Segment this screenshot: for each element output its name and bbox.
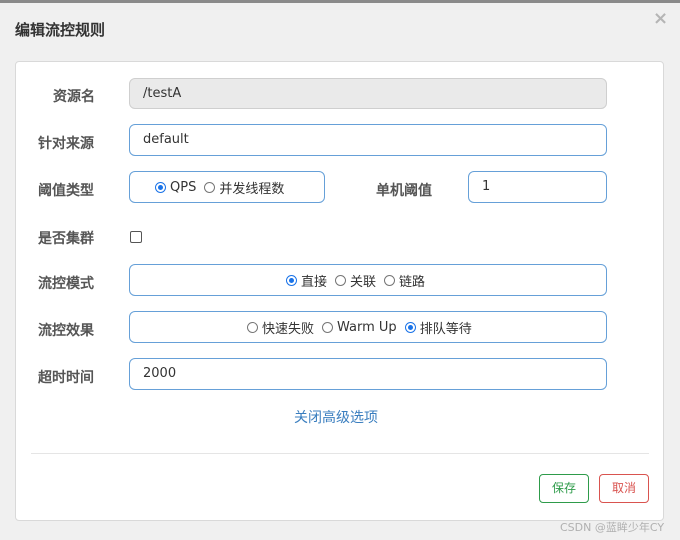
threshold-type-group: QPS 并发线程数 [129, 171, 325, 203]
radio-thread-count-label: 并发线程数 [219, 181, 285, 197]
threshold-label: 单机阈值 [376, 183, 432, 199]
radio-warm-up-label: Warm Up [337, 319, 397, 335]
control-effect-group: 快速失败 Warm Up 排队等待 [129, 311, 607, 343]
watermark: CSDN @蓝眸少年CY [560, 521, 665, 534]
radio-queue[interactable]: 排队等待 [404, 318, 472, 337]
radio-indicator [384, 274, 396, 286]
radio-thread-count[interactable]: 并发线程数 [204, 178, 284, 197]
radio-direct[interactable]: 直接 [286, 271, 327, 290]
resource-name-input[interactable]: /testA [129, 78, 607, 109]
radio-indicator [247, 321, 258, 333]
radio-indicator [335, 274, 347, 286]
radio-chain-label: 链路 [399, 274, 426, 290]
control-effect-label: 流控效果 [38, 323, 94, 339]
cluster-label: 是否集群 [38, 231, 94, 247]
timeout-label: 超时时间 [38, 370, 94, 386]
radio-qps-label: QPS [170, 179, 197, 195]
dialog-title: 编辑流控规则 [15, 21, 106, 39]
footer-divider [31, 453, 649, 454]
radio-indicator [404, 321, 416, 333]
radio-indicator [322, 321, 334, 333]
limit-app-label: 针对来源 [38, 136, 94, 152]
timeout-input[interactable]: 2000 [129, 358, 607, 390]
save-button[interactable]: 保存 [539, 474, 589, 503]
control-mode-label: 流控模式 [38, 276, 94, 292]
radio-fast-fail-label: 快速失败 [262, 321, 315, 337]
radio-queue-label: 排队等待 [419, 321, 472, 337]
radio-warm-up[interactable]: Warm Up [322, 320, 397, 335]
threshold-input[interactable]: 1 [468, 171, 607, 203]
radio-indicator [204, 181, 216, 193]
resource-name-label: 资源名 [53, 89, 95, 105]
threshold-type-label: 阈值类型 [38, 183, 94, 199]
control-mode-group: 直接 关联 链路 [129, 264, 607, 296]
advanced-options-link[interactable]: 关闭高级选项 [294, 407, 378, 427]
cluster-checkbox[interactable] [130, 231, 142, 243]
radio-related[interactable]: 关联 [335, 271, 376, 290]
limit-app-input[interactable]: default [129, 124, 607, 156]
radio-related-label: 关联 [350, 274, 377, 290]
window-top-border [0, 0, 680, 3]
radio-qps[interactable]: QPS [155, 180, 196, 195]
radio-indicator [286, 274, 297, 286]
cancel-button[interactable]: 取消 [599, 474, 649, 503]
radio-chain[interactable]: 链路 [384, 271, 425, 290]
radio-fast-fail[interactable]: 快速失败 [247, 318, 314, 337]
radio-direct-label: 直接 [301, 274, 328, 290]
close-icon[interactable]: × [653, 8, 668, 29]
radio-indicator [155, 181, 166, 193]
